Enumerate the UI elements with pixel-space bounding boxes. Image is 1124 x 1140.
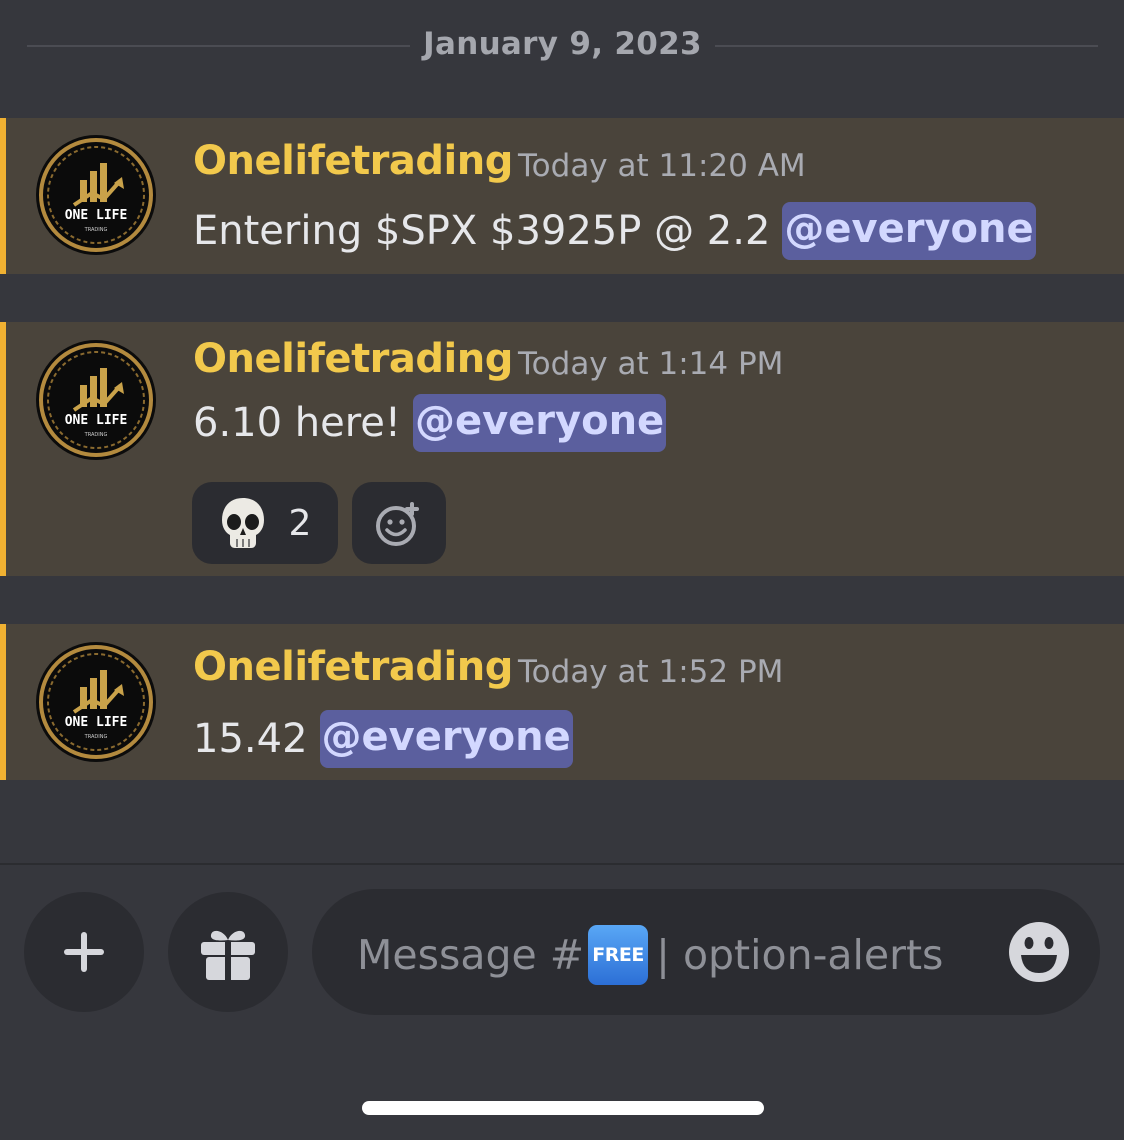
message[interactable]: ONE LIFE TRADING Onelifetrading Today at… <box>0 624 1124 780</box>
divider-line-left <box>27 45 410 47</box>
placeholder-channel: | option-alerts <box>656 931 944 979</box>
skull-icon <box>221 498 264 548</box>
attach-button[interactable] <box>24 892 144 1012</box>
svg-text:TRADING: TRADING <box>84 227 108 233</box>
add-reaction-button[interactable] <box>352 482 446 564</box>
plus-icon <box>64 932 104 972</box>
composer-divider <box>0 863 1124 865</box>
add-reaction-icon <box>376 502 419 546</box>
timestamp: Today at 11:20 AM <box>518 148 806 184</box>
avatar[interactable]: ONE LIFE TRADING <box>36 642 156 762</box>
reaction-skull[interactable]: 2 <box>192 482 338 564</box>
emoji-button[interactable] <box>1008 921 1070 983</box>
message[interactable]: ONE LIFE TRADING Onelifetrading Today at… <box>0 118 1124 274</box>
message[interactable]: ONE LIFE TRADING Onelifetrading Today at… <box>0 322 1124 576</box>
username[interactable]: Onelifetrading <box>193 336 513 382</box>
svg-text:TRADING: TRADING <box>84 432 108 438</box>
date-label: January 9, 2023 <box>423 26 702 62</box>
message-content: Entering $SPX $3925P @ 2.2 <box>193 208 771 254</box>
message-content: 6.10 here! <box>193 400 401 446</box>
reaction-count: 2 <box>288 502 312 544</box>
gift-icon <box>201 930 255 980</box>
svg-text:ONE LIFE: ONE LIFE <box>65 715 128 730</box>
svg-text:ONE LIFE: ONE LIFE <box>65 413 128 428</box>
smiley-face-icon <box>1009 922 1069 982</box>
mention-everyone[interactable]: @everyone <box>782 202 1036 260</box>
avatar[interactable]: ONE LIFE TRADING <box>36 340 156 460</box>
divider-line-right <box>715 45 1098 47</box>
username[interactable]: Onelifetrading <box>193 644 513 690</box>
home-indicator[interactable] <box>362 1101 764 1115</box>
svg-text:ONE LIFE: ONE LIFE <box>65 208 128 223</box>
message-text: 15.42 @everyone <box>193 710 573 768</box>
message-text: 6.10 here! @everyone <box>193 394 667 452</box>
gift-button[interactable] <box>168 892 288 1012</box>
timestamp: Today at 1:14 PM <box>518 346 784 382</box>
message-content: 15.42 <box>193 716 308 762</box>
date-separator: January 9, 2023 <box>0 22 1124 70</box>
mention-everyone[interactable]: @everyone <box>319 710 573 768</box>
timestamp: Today at 1:52 PM <box>518 654 784 690</box>
avatar[interactable]: ONE LIFE TRADING <box>36 135 156 255</box>
placeholder-prefix: Message # <box>357 931 585 979</box>
free-badge: FREE <box>588 925 649 985</box>
message-placeholder: Message # FREE | option-alerts <box>357 925 943 985</box>
message-input[interactable]: Message # FREE | option-alerts <box>312 889 1100 1015</box>
mention-everyone[interactable]: @everyone <box>412 394 667 452</box>
svg-text:TRADING: TRADING <box>84 734 108 740</box>
username[interactable]: Onelifetrading <box>193 138 513 184</box>
message-text: Entering $SPX $3925P @ 2.2 @everyone <box>193 202 1036 260</box>
